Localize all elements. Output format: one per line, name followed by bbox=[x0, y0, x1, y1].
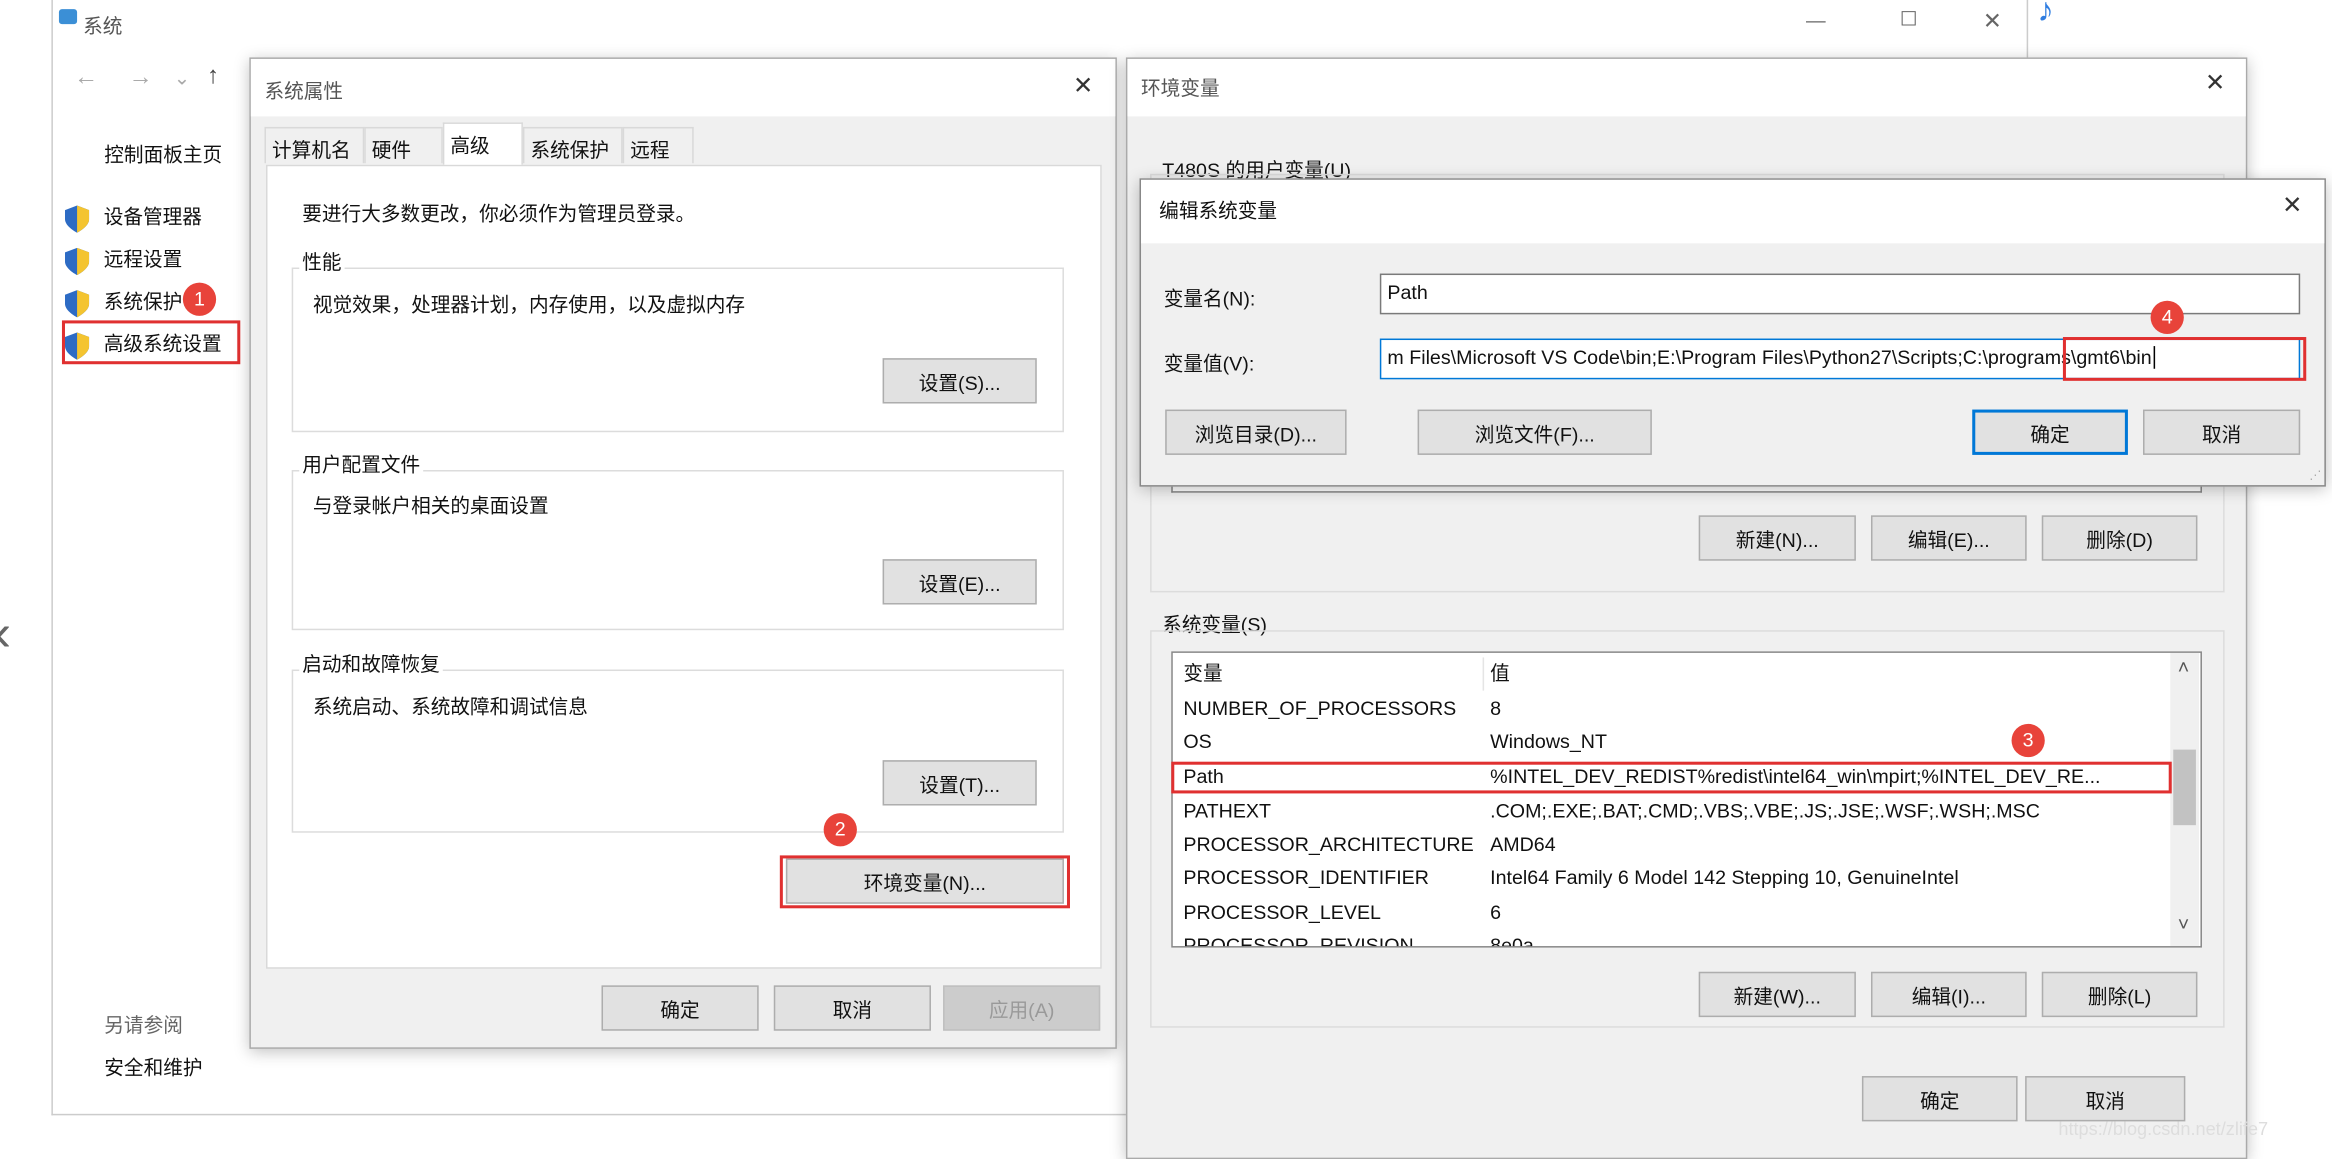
table-row[interactable]: PROCESSOR_REVISION 8e0a bbox=[1183, 929, 2170, 946]
group-label: 性能 bbox=[299, 246, 345, 276]
scroll-down-arrow[interactable]: ˅ bbox=[2178, 913, 2189, 936]
see-also-label: 另请参阅 bbox=[104, 1014, 183, 1037]
tab-computer-name[interactable]: 计算机名 bbox=[264, 126, 365, 164]
up-button[interactable]: ↑ bbox=[207, 63, 219, 90]
computer-icon bbox=[58, 9, 78, 25]
highlight-box-3 bbox=[1171, 761, 2172, 794]
chevron-left-icon[interactable]: ‹ bbox=[0, 605, 11, 664]
dialog-title: 编辑系统变量 bbox=[1159, 199, 1278, 223]
browse-directory-button[interactable]: 浏览目录(D)... bbox=[1165, 409, 1347, 455]
scrollbar[interactable]: ˄ ˅ bbox=[2170, 652, 2199, 947]
tab-remote[interactable]: 远程 bbox=[622, 126, 694, 164]
sidebar-home-link[interactable]: 控制面板主页 bbox=[104, 139, 222, 168]
step-badge-4: 4 bbox=[2150, 300, 2184, 334]
column-divider bbox=[1482, 657, 1485, 691]
admin-note: 要进行大多数更改，你必须作为管理员登录。 bbox=[302, 202, 696, 226]
system-new-button[interactable]: 新建(W)... bbox=[1698, 971, 1856, 1018]
cancel-button[interactable]: 取消 bbox=[2143, 409, 2301, 455]
maximize-button[interactable]: ☐ bbox=[1900, 8, 1918, 32]
user-new-button[interactable]: 新建(N)... bbox=[1698, 515, 1856, 561]
forward-button[interactable]: → bbox=[128, 65, 152, 92]
security-maintenance-link[interactable]: 安全和维护 bbox=[104, 1052, 202, 1081]
table-row[interactable]: PROCESSOR_LEVEL 6 bbox=[1183, 896, 2170, 929]
scroll-up-arrow[interactable]: ˄ bbox=[2178, 656, 2189, 679]
close-button[interactable]: ✕ bbox=[2282, 190, 2302, 220]
system-delete-button[interactable]: 删除(L) bbox=[2041, 971, 2198, 1018]
highlight-box-1 bbox=[61, 320, 241, 365]
ok-button[interactable]: 确定 bbox=[601, 985, 759, 1031]
highlight-box-2 bbox=[779, 855, 1071, 909]
window-title: 系统 bbox=[83, 15, 123, 38]
performance-settings-button[interactable]: 设置(S)... bbox=[882, 358, 1037, 404]
group-description: 系统启动、系统故障和调试信息 bbox=[312, 695, 588, 718]
shield-icon bbox=[64, 289, 90, 317]
user-delete-button[interactable]: 删除(D) bbox=[2041, 515, 2198, 561]
minimize-button[interactable]: — bbox=[1806, 9, 1826, 32]
cancel-button[interactable]: 取消 bbox=[2025, 1076, 2186, 1122]
system-variables-list[interactable]: 变量 值 NUMBER_OF_PROCESSORS 8 OS Windows_NT … bbox=[1171, 651, 2202, 948]
tab-advanced[interactable]: 高级 bbox=[442, 122, 523, 165]
group-label: 启动和故障恢复 bbox=[299, 648, 443, 678]
recent-dropdown[interactable]: ⌄ bbox=[174, 66, 190, 90]
user-profiles-settings-button[interactable]: 设置(E)... bbox=[882, 559, 1037, 605]
close-button[interactable]: ✕ bbox=[1073, 71, 1093, 101]
ok-button[interactable]: 确定 bbox=[1861, 1076, 2018, 1122]
step-badge-2: 2 bbox=[823, 813, 857, 847]
table-row[interactable]: PATHEXT .COM;.EXE;.BAT;.CMD;.VBS;.VBE;.JS… bbox=[1183, 795, 2170, 828]
group-description: 视觉效果，处理器计划，内存使用，以及虚拟内存 bbox=[312, 293, 746, 316]
variable-value-label: 变量值(V): bbox=[1163, 352, 1255, 375]
column-header-value[interactable]: 值 bbox=[1490, 657, 1510, 690]
sidebar-item-remote-settings[interactable]: 远程设置 bbox=[64, 243, 182, 275]
ok-button[interactable]: 确定 bbox=[1972, 409, 2128, 455]
dialog-title: 环境变量 bbox=[1141, 77, 1220, 100]
music-icon: ♪ bbox=[2037, 0, 2054, 29]
apply-button[interactable]: 应用(A) bbox=[943, 985, 1101, 1031]
dialog-title: 系统属性 bbox=[264, 80, 344, 103]
back-button[interactable]: ← bbox=[74, 65, 98, 92]
list-header: 变量 值 bbox=[1183, 657, 2170, 691]
system-edit-button[interactable]: 编辑(I)... bbox=[1870, 971, 2027, 1018]
startup-recovery-settings-button[interactable]: 设置(T)... bbox=[882, 760, 1037, 806]
browse-file-button[interactable]: 浏览文件(F)... bbox=[1417, 409, 1652, 455]
column-header-variable[interactable]: 变量 bbox=[1183, 657, 1222, 690]
table-row[interactable]: NUMBER_OF_PROCESSORS 8 bbox=[1183, 692, 2170, 725]
close-button[interactable]: ✕ bbox=[1983, 8, 2002, 35]
scrollbar-thumb[interactable] bbox=[2173, 749, 2196, 826]
group-description: 与登录帐户相关的桌面设置 bbox=[312, 494, 549, 517]
watermark: https://blog.csdn.net/zlife7 bbox=[2058, 1118, 2269, 1140]
shield-icon bbox=[64, 204, 90, 233]
variable-name-label: 变量名(N): bbox=[1163, 287, 1256, 310]
highlight-box-4 bbox=[2062, 337, 2307, 381]
sidebar-item-device-manager[interactable]: 设备管理器 bbox=[64, 201, 202, 233]
sidebar-item-system-protection[interactable]: 系统保护 bbox=[64, 286, 182, 317]
tab-hardware[interactable]: 硬件 bbox=[364, 126, 443, 164]
table-row[interactable]: PROCESSOR_IDENTIFIER Intel64 Family 6 Mod… bbox=[1183, 861, 2170, 894]
cancel-button[interactable]: 取消 bbox=[773, 985, 931, 1031]
close-button[interactable]: ✕ bbox=[2205, 68, 2225, 98]
user-edit-button[interactable]: 编辑(E)... bbox=[1870, 515, 2027, 561]
step-badge-3: 3 bbox=[2011, 723, 2045, 758]
shield-icon bbox=[64, 247, 90, 275]
group-label: 用户配置文件 bbox=[299, 448, 424, 478]
table-row[interactable]: PROCESSOR_ARCHITECTURE AMD64 bbox=[1183, 828, 2170, 861]
tab-system-protection[interactable]: 系统保护 bbox=[522, 126, 623, 164]
resize-grip[interactable]: ⋰ bbox=[2309, 469, 2321, 483]
step-badge-1: 1 bbox=[182, 282, 217, 316]
